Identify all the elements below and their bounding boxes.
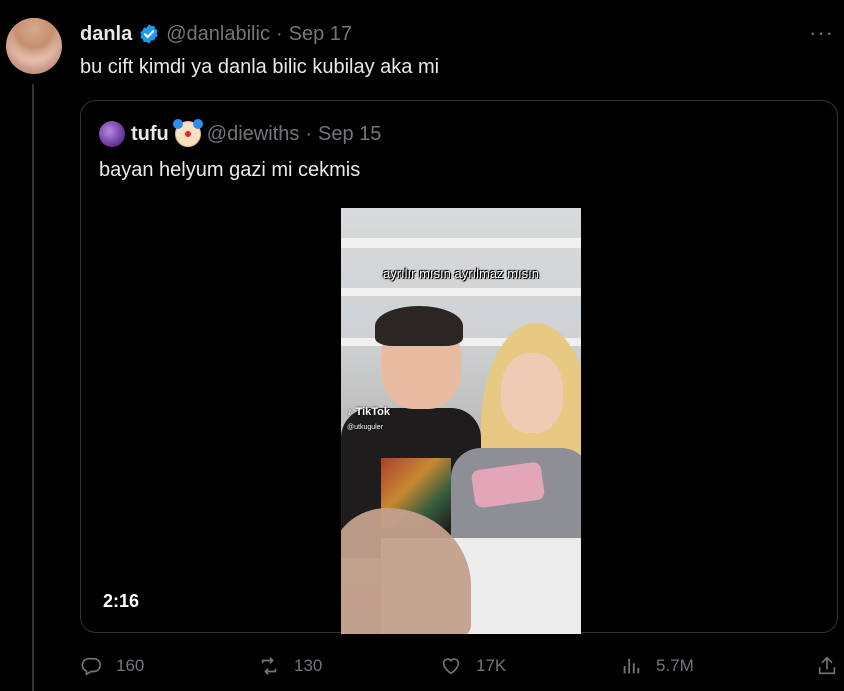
separator: · bbox=[275, 22, 283, 45]
tiktok-username: @utkuguler bbox=[347, 424, 383, 431]
verified-badge-icon bbox=[140, 24, 158, 44]
quoted-author-name[interactable]: tufu bbox=[131, 123, 169, 146]
background-shelf bbox=[341, 288, 581, 296]
retweet-button[interactable]: 130 bbox=[258, 655, 322, 677]
analytics-icon bbox=[623, 658, 640, 674]
action-bar: 160 130 17K 5.7M bbox=[80, 655, 838, 683]
video-duration: 2:16 bbox=[103, 591, 140, 611]
thread-line bbox=[32, 84, 34, 691]
heart-icon bbox=[442, 658, 460, 675]
background-shelf bbox=[341, 238, 581, 248]
quoted-tweet[interactable]: tufu @diewiths · Sep 15 bayan helyum gaz… bbox=[80, 100, 838, 634]
quoted-date[interactable]: Sep 15 bbox=[318, 123, 381, 146]
view-count: 5.7M bbox=[656, 656, 694, 675]
author-handle[interactable]: @danlabilic bbox=[166, 23, 270, 46]
retweet-count: 130 bbox=[294, 656, 323, 675]
author-name[interactable]: danla bbox=[80, 23, 132, 46]
video-player[interactable]: ayrılır mısın ayrılmaz mısın ♪ TikTok @u… bbox=[341, 208, 581, 634]
retweet-icon bbox=[261, 657, 277, 675]
share-icon bbox=[818, 656, 836, 675]
reply-icon bbox=[81, 657, 101, 676]
share-button[interactable] bbox=[816, 655, 838, 677]
tiktok-label: TikTok bbox=[355, 406, 390, 418]
reply-button[interactable]: 160 bbox=[80, 655, 144, 677]
quoted-author-handle[interactable]: @diewiths bbox=[207, 123, 300, 146]
reply-count: 160 bbox=[116, 656, 145, 675]
views-button[interactable]: 5.7M bbox=[620, 655, 694, 677]
author-avatar[interactable] bbox=[6, 18, 62, 74]
tweet-header: danla @danlabilic · Sep 17 bbox=[80, 20, 352, 48]
video-person-woman-face bbox=[501, 353, 563, 433]
tweet[interactable]: danla @danlabilic · Sep 17 ··· bu cift k… bbox=[0, 0, 844, 691]
video-person-man-hair bbox=[375, 306, 463, 346]
quoted-header: tufu @diewiths · Sep 15 bbox=[99, 119, 381, 147]
clown-emoji-icon bbox=[172, 119, 201, 147]
more-options-icon[interactable]: ··· bbox=[809, 20, 834, 46]
quoted-text: bayan helyum gazi mi cekmis bbox=[99, 159, 361, 181]
quoted-author-avatar[interactable] bbox=[99, 121, 125, 147]
like-count: 17K bbox=[476, 656, 507, 675]
like-button[interactable]: 17K bbox=[440, 655, 506, 677]
tweet-text: bu cift kimdi ya danla bilic kubilay aka… bbox=[80, 56, 440, 78]
quoted-separator: · bbox=[305, 122, 312, 145]
tiktok-watermark: ♪ TikTok bbox=[347, 406, 390, 418]
video-caption: ayrılır mısın ayrılmaz mısın bbox=[382, 266, 540, 281]
tweet-date[interactable]: Sep 17 bbox=[289, 23, 352, 46]
